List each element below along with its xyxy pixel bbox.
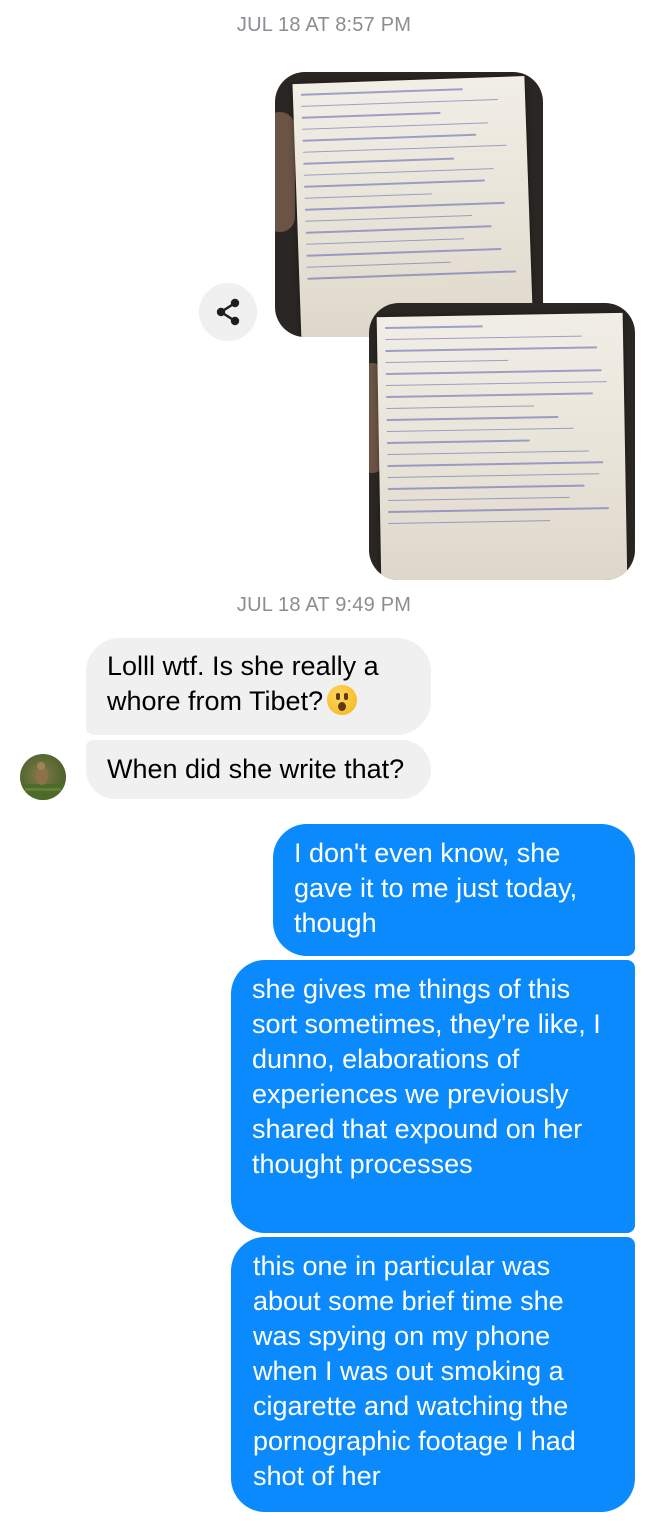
timestamp: JUL 18 AT 9:49 PM bbox=[236, 594, 412, 616]
handwritten-note bbox=[292, 76, 534, 337]
share-button[interactable] bbox=[199, 283, 257, 341]
outgoing-message-bubble[interactable]: this one in particular was about some br… bbox=[231, 1237, 635, 1512]
message-text: she gives me things of this sort sometim… bbox=[252, 974, 601, 1179]
avatar[interactable] bbox=[20, 754, 66, 800]
incoming-message-bubble[interactable]: When did she write that? bbox=[86, 740, 431, 799]
message-text: this one in particular was about some br… bbox=[253, 1251, 576, 1491]
handwritten-note bbox=[376, 312, 628, 580]
outgoing-message-bubble[interactable]: she gives me things of this sort sometim… bbox=[231, 960, 635, 1233]
outgoing-message-bubble[interactable]: I don't even know, she gave it to me jus… bbox=[273, 824, 635, 956]
share-icon bbox=[216, 298, 240, 326]
avatar-image bbox=[20, 762, 66, 800]
hand bbox=[275, 112, 295, 232]
message-text: When did she write that? bbox=[107, 754, 405, 784]
photo-attachment[interactable] bbox=[275, 72, 543, 337]
timestamp: JUL 18 AT 8:57 PM bbox=[236, 14, 412, 36]
message-text: I don't even know, she gave it to me jus… bbox=[294, 838, 578, 938]
photo-attachment[interactable] bbox=[369, 303, 635, 580]
open-mouth-emoji-icon bbox=[327, 685, 358, 715]
incoming-message-bubble[interactable]: Lolll wtf. Is she really a whore from Ti… bbox=[86, 638, 431, 735]
